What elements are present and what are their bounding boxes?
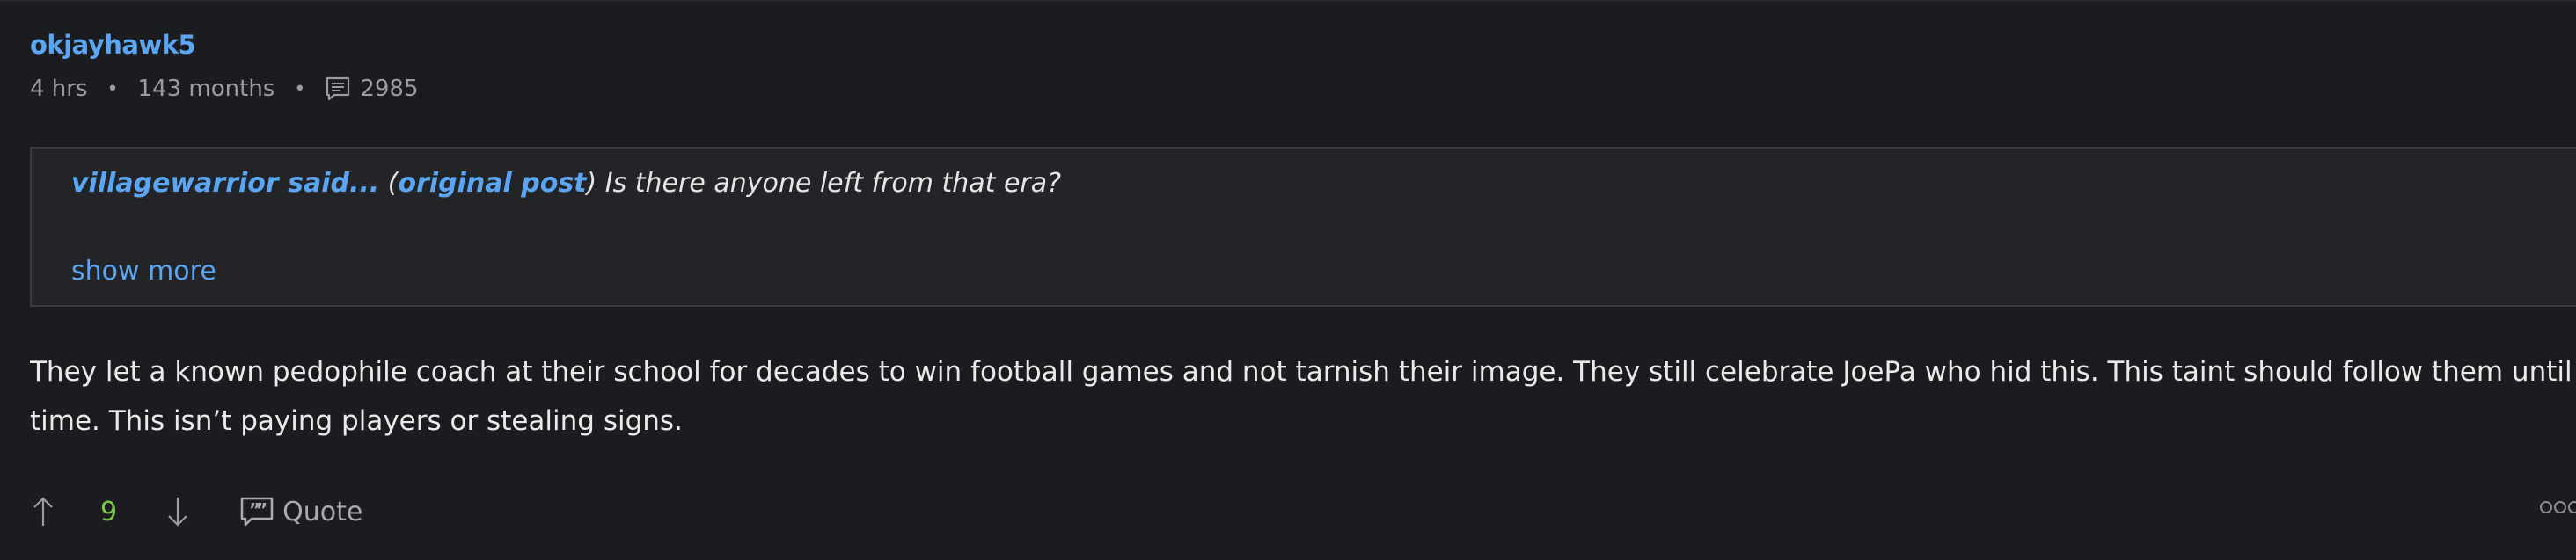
meta-separator: • (294, 77, 306, 100)
quote-button[interactable]: ” ” Quote (240, 497, 362, 527)
original-post-link[interactable]: original post (398, 168, 586, 199)
post-body: They let a known pedophile coach at thei… (30, 347, 2576, 446)
quoted-text: ) Is there anyone left from that era? (586, 168, 1062, 199)
upvote-arrow-icon[interactable] (30, 494, 56, 529)
vote-count: 9 (100, 496, 118, 527)
member-tenure: 143 months (137, 76, 275, 102)
forum-post: okjayhawk5 4 hrs • 143 months • 2985 vil… (0, 0, 2576, 560)
more-options-icon[interactable] (2539, 494, 2576, 520)
post-username[interactable]: okjayhawk5 (30, 30, 196, 60)
quote-line: villagewarrior said... (original post) I… (71, 168, 1061, 199)
post-body-line: They let a known pedophile coach at thei… (30, 356, 2576, 388)
post-actions: 9 ” ” Quote (30, 491, 362, 533)
downvote-arrow-icon[interactable] (165, 494, 191, 529)
quoted-post: villagewarrior said... (original post) I… (30, 147, 2576, 307)
post-count: 2985 (360, 76, 419, 102)
quote-button-label: Quote (282, 496, 363, 527)
post-body-line: time. This isn’t paying players or steal… (30, 405, 683, 437)
quote-bubble-icon: ” ” (240, 497, 274, 527)
meta-separator: • (106, 77, 119, 100)
post-meta: 4 hrs • 143 months • 2985 (30, 76, 419, 102)
svg-text:”: ” (256, 499, 267, 520)
quote-open-paren: ( (379, 168, 399, 199)
quoted-author-link[interactable]: villagewarrior said... (71, 168, 379, 199)
show-more-link[interactable]: show more (71, 256, 216, 287)
post-time: 4 hrs (30, 76, 88, 102)
comment-icon (325, 76, 351, 102)
